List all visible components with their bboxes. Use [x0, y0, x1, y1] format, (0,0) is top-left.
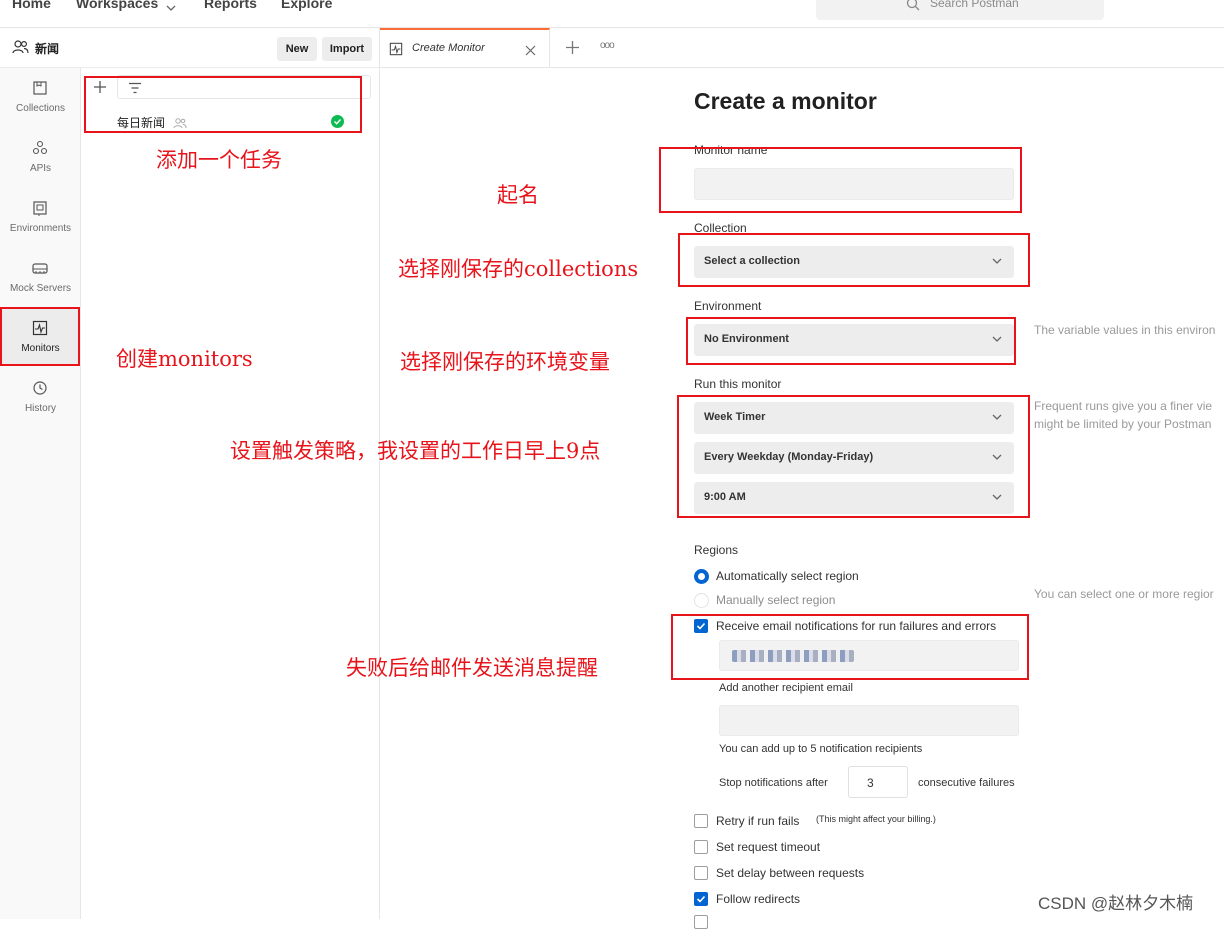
team-icon: [12, 40, 29, 59]
tab-create-monitor[interactable]: Create Monitor: [380, 28, 550, 68]
collections-icon: [32, 80, 48, 96]
delay-checkbox[interactable]: [694, 866, 708, 880]
timeout-label: Set request timeout: [716, 840, 821, 854]
retry-checkbox[interactable]: [694, 814, 708, 828]
rail-label: APIs: [29, 163, 52, 174]
new-tab-icon[interactable]: [566, 41, 579, 59]
delay-label: Set delay between requests: [716, 866, 865, 880]
rail-item-collections[interactable]: Collections: [0, 68, 81, 126]
annotation-notify: 失败后给邮件发送消息提醒: [346, 656, 598, 680]
new-button[interactable]: New: [277, 37, 317, 61]
annotation-box-notify: [671, 614, 1029, 680]
tab-label: Create Monitor: [412, 42, 485, 54]
stop-notifications-label: Stop notifications after: [719, 777, 828, 789]
close-icon[interactable]: [525, 43, 536, 61]
nav-explore[interactable]: Explore: [281, 0, 332, 11]
rail-item-environments[interactable]: Environments: [0, 188, 81, 246]
search-input[interactable]: Search Postman: [816, 0, 1104, 20]
top-navigation: Home Workspaces Reports Explore Search P…: [0, 0, 1224, 28]
retry-label: Retry if run fails: [716, 814, 800, 828]
annotation-choose-collection: 选择刚保存的collections: [398, 257, 639, 281]
follow-redirects-checkbox[interactable]: [694, 892, 708, 906]
regions-label: Regions: [694, 543, 739, 557]
annotation-box-name: [659, 147, 1022, 213]
rail-label: History: [24, 403, 57, 414]
monitor-tab-icon: [389, 42, 403, 61]
environment-hint: The variable values in this environ: [1034, 323, 1216, 337]
follow-redirects-label: Follow redirects: [716, 892, 801, 906]
consecutive-failures-label: consecutive failures: [918, 777, 1015, 789]
run-hint-line-2: might be limited by your Postman: [1034, 417, 1212, 431]
annotation-box-monitors: [0, 307, 80, 366]
nav-workspaces[interactable]: Workspaces: [76, 0, 158, 11]
tab-bar: Create Monitor ooo: [380, 28, 1224, 68]
region-manual-label: Manually select region: [716, 593, 836, 607]
import-button[interactable]: Import: [322, 37, 372, 61]
regions-hint: You can select one or more regior: [1034, 587, 1214, 601]
environment-label: Environment: [694, 299, 762, 313]
add-recipient-input[interactable]: [719, 705, 1019, 736]
run-monitor-label: Run this monitor: [694, 377, 782, 391]
nav-reports[interactable]: Reports: [204, 0, 257, 11]
checkmark-icon: [696, 895, 706, 903]
rail-label: Mock Servers: [9, 283, 72, 294]
stop-count-input[interactable]: 3: [848, 766, 908, 798]
timeout-checkbox[interactable]: [694, 840, 708, 854]
annotation-trigger: 设置触发策略，我设置的工作日早上9点: [230, 439, 601, 463]
region-auto-label: Automatically select region: [716, 569, 859, 583]
rail-label: Environments: [9, 223, 72, 234]
history-icon: [32, 380, 48, 396]
more-tabs-icon[interactable]: ooo: [600, 40, 615, 51]
recipient-limit-hint: You can add up to 5 notification recipie…: [719, 743, 923, 755]
page-title: Create a monitor: [694, 88, 877, 114]
annotation-box-add-task: [84, 76, 362, 133]
annotation-add-task: 添加一个任务: [156, 148, 282, 172]
apis-icon: [32, 140, 48, 156]
region-manual-radio[interactable]: [694, 593, 709, 608]
annotation-name-it: 起名: [497, 183, 539, 207]
rail-item-history[interactable]: History: [0, 368, 81, 426]
monitors-sidebar: 每日新闻: [81, 68, 380, 919]
nav-home[interactable]: Home: [12, 0, 51, 11]
next-option-checkbox[interactable]: [694, 915, 708, 929]
workspace-name[interactable]: 新闻: [35, 40, 59, 57]
annotation-box-trigger: [677, 395, 1030, 518]
rail-item-mock-servers[interactable]: Mock Servers: [0, 248, 81, 306]
workspace-header: 新闻 New Import: [0, 28, 380, 68]
region-auto-radio[interactable]: [694, 569, 709, 584]
annotation-choose-env: 选择刚保存的环境变量: [400, 350, 610, 374]
retry-billing-note: (This might affect your billing.): [816, 814, 936, 824]
mock-servers-icon: [32, 260, 48, 276]
search-placeholder: Search Postman: [930, 0, 1019, 10]
environments-icon: [32, 200, 48, 216]
rail-label: Collections: [16, 103, 65, 114]
watermark: CSDN @赵林夕木楠: [1038, 894, 1194, 913]
left-rail: Collections APIs Environments Mock Serve…: [0, 68, 81, 919]
annotation-box-collection: [678, 233, 1030, 287]
annotation-create-monitors: 创建monitors: [116, 347, 253, 371]
add-recipient-label: Add another recipient email: [719, 682, 853, 694]
rail-item-apis[interactable]: APIs: [0, 128, 81, 186]
chevron-down-icon[interactable]: [166, 0, 176, 18]
run-hint-line-1: Frequent runs give you a finer vie: [1034, 399, 1213, 413]
search-icon: [906, 0, 920, 11]
annotation-box-environment: [686, 317, 1016, 365]
